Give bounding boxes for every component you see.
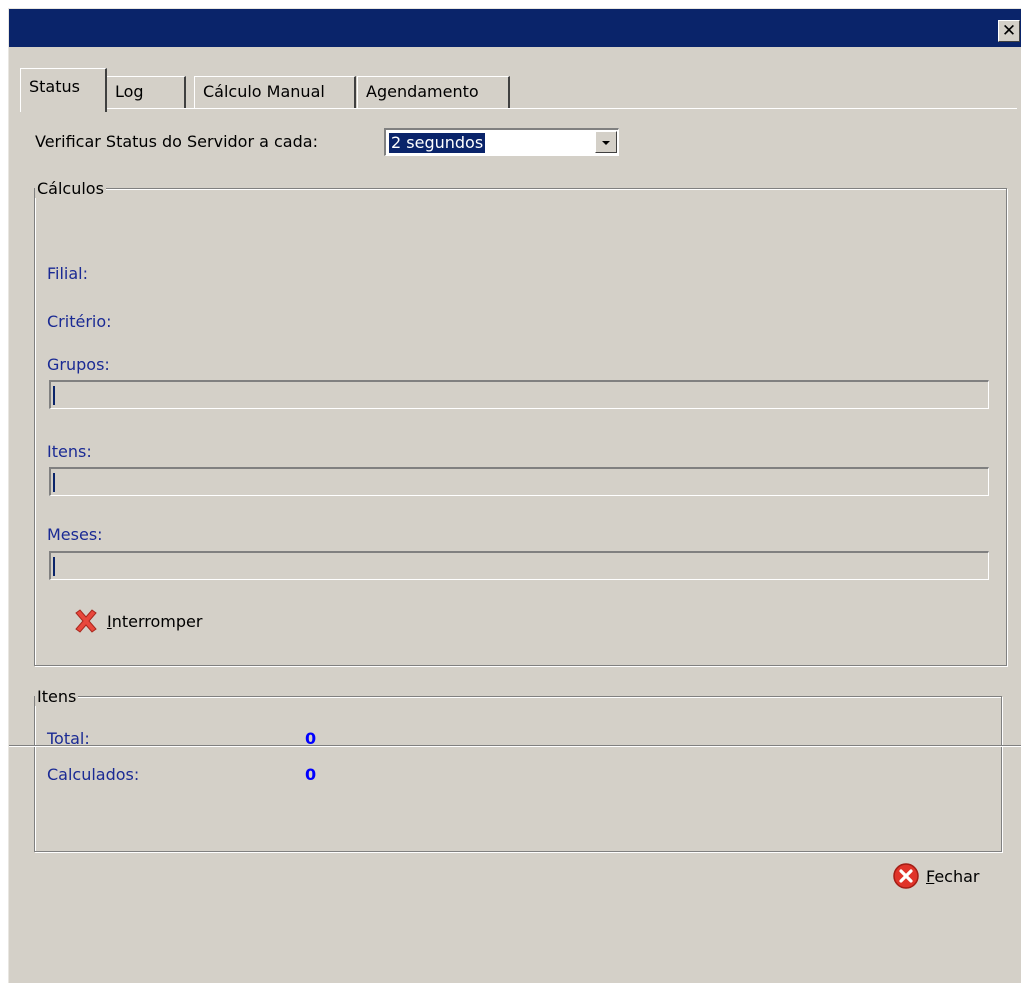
grupos-progress-fill bbox=[53, 386, 55, 405]
interval-select-value: 2 segundos bbox=[389, 133, 486, 153]
interval-select[interactable]: 2 segundos bbox=[384, 128, 619, 156]
footer-separator bbox=[9, 745, 1021, 747]
tab-label: Agendamento bbox=[366, 82, 479, 101]
fechar-button[interactable]: Fechar bbox=[892, 861, 980, 891]
itens-progress-label: Itens: bbox=[47, 442, 92, 461]
meses-label: Meses: bbox=[47, 525, 103, 544]
calculos-groupbox bbox=[34, 188, 1007, 666]
criterio-label: Critério: bbox=[47, 312, 112, 331]
tab-label: Status bbox=[29, 77, 80, 96]
filial-label: Filial: bbox=[47, 264, 89, 283]
grupos-label: Grupos: bbox=[47, 355, 110, 374]
itens-groupbox bbox=[34, 696, 1002, 852]
close-circle-icon bbox=[893, 863, 919, 889]
fechar-label: Fechar bbox=[926, 866, 980, 886]
title-bar: ✕ bbox=[9, 9, 1021, 47]
close-window-button[interactable]: ✕ bbox=[998, 20, 1020, 42]
itens-progress-bar bbox=[49, 467, 989, 496]
grupos-progress-bar bbox=[49, 380, 989, 409]
interromper-label: Interromper bbox=[107, 611, 203, 631]
meses-progress-bar bbox=[49, 551, 989, 580]
calculados-value: 0 bbox=[305, 765, 317, 784]
calculos-group-title: Cálculos bbox=[35, 179, 106, 198]
tab-agendamento[interactable]: Agendamento bbox=[357, 76, 510, 108]
tab-label: Log bbox=[115, 82, 144, 101]
tab-log[interactable]: Log bbox=[106, 76, 186, 108]
dialog-window: ✕ Status Log Cálculo Manual Agendamento … bbox=[8, 8, 1021, 983]
meses-progress-fill bbox=[53, 557, 55, 576]
interromper-button[interactable]: Interromper bbox=[71, 606, 202, 636]
interval-label: Verificar Status do Servidor a cada: bbox=[35, 132, 318, 151]
tab-calculo-manual[interactable]: Cálculo Manual bbox=[194, 76, 356, 108]
itens-group-title: Itens bbox=[35, 687, 79, 706]
tab-label: Cálculo Manual bbox=[203, 82, 325, 101]
tab-status[interactable]: Status bbox=[20, 68, 107, 112]
chevron-down-icon[interactable] bbox=[595, 131, 617, 153]
close-icon: ✕ bbox=[1001, 20, 1017, 41]
cancel-x-icon bbox=[75, 609, 97, 633]
calculados-label: Calculados: bbox=[47, 765, 140, 784]
itens-progress-fill bbox=[53, 473, 55, 492]
